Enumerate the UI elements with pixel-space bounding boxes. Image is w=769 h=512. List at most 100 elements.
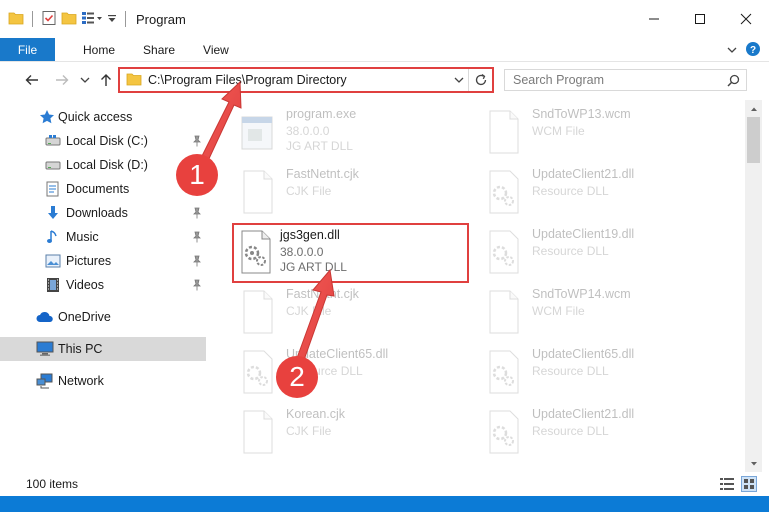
videos-icon bbox=[44, 276, 62, 294]
nav-label: Local Disk (D:) bbox=[66, 158, 148, 172]
file-item-fastnetnt-cjk[interactable]: FastNetnt.cjk CJK File bbox=[234, 283, 474, 343]
tab-file[interactable]: File bbox=[0, 38, 55, 61]
dll-icon bbox=[484, 409, 524, 457]
file-item-updateclient19-dll[interactable]: UpdateClient19.dll Resource DLL bbox=[480, 223, 720, 283]
star-icon bbox=[38, 108, 56, 126]
scrollbar-thumb[interactable] bbox=[747, 117, 760, 163]
nav-label: Documents bbox=[66, 182, 130, 196]
large-icons-view-icon[interactable] bbox=[741, 476, 757, 495]
search-input[interactable] bbox=[505, 73, 715, 87]
file-item-updateclient21-dll[interactable]: UpdateClient21.dll Resource DLL bbox=[480, 403, 720, 463]
pin-icon[interactable] bbox=[192, 255, 202, 270]
search-box[interactable] bbox=[504, 69, 747, 91]
forward-arrow-icon bbox=[56, 75, 69, 85]
properties-icon[interactable] bbox=[41, 10, 57, 29]
file-type: Resource DLL bbox=[532, 424, 609, 438]
tab-view[interactable]: View bbox=[189, 38, 243, 61]
file-name: SndToWP13.wcm bbox=[532, 107, 631, 121]
file-item-updateclient65-dll[interactable]: UpdateClient65.dll Resource DLL bbox=[234, 343, 474, 403]
help-icon[interactable]: ? bbox=[745, 41, 761, 60]
nav-label: Local Disk (C:) bbox=[66, 134, 148, 148]
file-type: WCM File bbox=[532, 124, 585, 138]
search-icon[interactable] bbox=[727, 74, 740, 90]
nav-item-music[interactable]: Music bbox=[0, 225, 206, 249]
nav-label: Pictures bbox=[66, 254, 112, 268]
refresh-icon bbox=[475, 73, 486, 86]
exe-icon bbox=[238, 109, 278, 157]
file-item-updateclient65-dll[interactable]: UpdateClient65.dll Resource DLL bbox=[480, 343, 720, 403]
file-item-korean-cjk[interactable]: Korean.cjk CJK File bbox=[234, 403, 474, 463]
minimize-button[interactable] bbox=[631, 0, 677, 38]
file-name: UpdateClient19.dll bbox=[532, 227, 635, 241]
vertical-scrollbar[interactable] bbox=[745, 100, 762, 472]
scroll-down-button[interactable] bbox=[745, 455, 762, 472]
new-folder-icon[interactable] bbox=[61, 11, 77, 28]
file-name: program.exe bbox=[286, 107, 357, 121]
drive-icon bbox=[44, 132, 62, 150]
address-path[interactable]: C:\Program Files\Program Directory bbox=[148, 73, 347, 87]
file-type: WCM File bbox=[532, 304, 585, 318]
up-button[interactable] bbox=[96, 70, 116, 90]
expand-ribbon-icon[interactable] bbox=[727, 43, 737, 57]
file-type: CJK File bbox=[286, 184, 332, 198]
folder-icon bbox=[8, 11, 24, 28]
nav-item-downloads[interactable]: Downloads bbox=[0, 201, 206, 225]
address-history-icon[interactable] bbox=[454, 73, 464, 87]
nav-item-network[interactable]: Network bbox=[0, 369, 206, 393]
title-bar: Program bbox=[0, 0, 769, 38]
file-version: 38.0.0.0 bbox=[280, 245, 324, 259]
drive-icon bbox=[44, 156, 62, 174]
pin-icon[interactable] bbox=[192, 135, 202, 150]
file-item-program-exe[interactable]: program.exe 38.0.0.0 JG ART DLL bbox=[234, 103, 474, 163]
view-switcher bbox=[719, 476, 757, 495]
nav-label: OneDrive bbox=[58, 310, 111, 324]
status-bar: 100 items bbox=[0, 472, 769, 496]
scroll-up-button[interactable] bbox=[745, 100, 762, 117]
nav-item-videos[interactable]: Videos bbox=[0, 273, 206, 297]
pin-icon[interactable] bbox=[192, 279, 202, 294]
pin-icon[interactable] bbox=[192, 231, 202, 246]
file-item-jgs3gen-dll[interactable]: jgs3gen.dll 38.0.0.0 JG ART DLL bbox=[232, 223, 469, 283]
details-view-icon[interactable] bbox=[719, 476, 735, 495]
nav-label: Videos bbox=[66, 278, 104, 292]
toolbar-divider bbox=[125, 11, 126, 27]
dll-icon bbox=[236, 229, 276, 277]
file-item-sndtowp13-wcm[interactable]: SndToWP13.wcm WCM File bbox=[480, 103, 720, 163]
customize-toolbar-icon[interactable] bbox=[107, 12, 117, 27]
file-item-sndtowp14-wcm[interactable]: SndToWP14.wcm WCM File bbox=[480, 283, 720, 343]
nav-item-documents[interactable]: Documents bbox=[0, 177, 206, 201]
toolbar-divider bbox=[32, 11, 33, 27]
forward-button[interactable] bbox=[52, 70, 72, 90]
nav-item-this-pc[interactable]: This PC bbox=[0, 337, 206, 361]
nav-label: Network bbox=[58, 374, 104, 388]
svg-text:?: ? bbox=[750, 45, 756, 56]
folder-icon bbox=[126, 72, 142, 89]
nav-label: This PC bbox=[58, 342, 103, 356]
back-button[interactable] bbox=[22, 70, 42, 90]
nav-item-pictures[interactable]: Pictures bbox=[0, 249, 206, 273]
dll-icon bbox=[484, 229, 524, 277]
file-item-updateclient21-dll[interactable]: UpdateClient21.dll Resource DLL bbox=[480, 163, 720, 223]
step-2-badge: 2 bbox=[276, 356, 318, 398]
nav-label: Music bbox=[66, 230, 99, 244]
computer-icon bbox=[36, 340, 54, 358]
close-button[interactable] bbox=[723, 0, 769, 38]
nav-item-local-disk-c[interactable]: Local Disk (C:) bbox=[0, 129, 206, 153]
back-arrow-icon bbox=[25, 75, 38, 85]
maximize-button[interactable] bbox=[677, 0, 723, 38]
address-bar[interactable]: C:\Program Files\Program Directory bbox=[118, 67, 494, 93]
pin-icon[interactable] bbox=[192, 207, 202, 222]
nav-item-quick-access[interactable]: Quick access bbox=[0, 105, 206, 129]
file-description: JG ART DLL bbox=[286, 139, 353, 153]
file-icon bbox=[484, 109, 524, 157]
nav-item-onedrive[interactable]: OneDrive bbox=[0, 305, 206, 329]
window-title: Program bbox=[136, 11, 186, 27]
ribbon-tabs: File Home Share View ? bbox=[0, 38, 769, 62]
refresh-button[interactable] bbox=[468, 69, 492, 91]
tab-home[interactable]: Home bbox=[55, 38, 129, 61]
recent-locations-button[interactable] bbox=[78, 70, 92, 90]
tab-share[interactable]: Share bbox=[129, 38, 189, 61]
file-item-fastnetnt-cjk[interactable]: FastNetnt.cjk CJK File bbox=[234, 163, 474, 223]
downloads-icon bbox=[44, 204, 62, 222]
view-options-icon[interactable] bbox=[81, 11, 103, 28]
